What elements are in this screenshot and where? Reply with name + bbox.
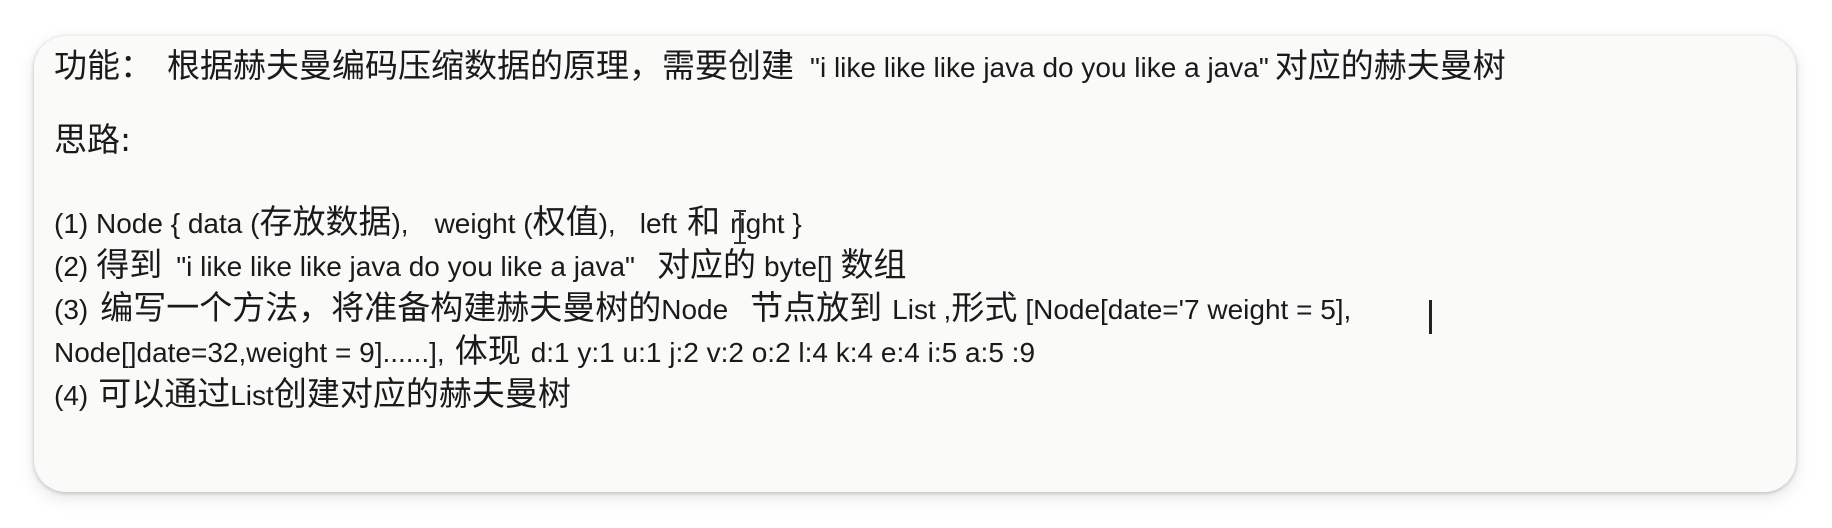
step4-list: List xyxy=(230,380,274,411)
step1-mid2: ), xyxy=(598,208,616,239)
step4-prefix: (4) xyxy=(54,380,89,411)
step3-code2: weight = 5], xyxy=(1207,294,1352,325)
step2-quote: "i like like like java do you like a jav… xyxy=(176,251,635,282)
step3-node: Node xyxy=(661,294,729,325)
step3-code: [Node[date='7 xyxy=(1025,294,1208,325)
function-line: 功能： 根据赫夫曼编码压缩数据的原理，需要创建 "i like like like … xyxy=(54,44,1506,90)
function-quote: "i like like like java do you like a jav… xyxy=(810,52,1269,83)
step1-mid1: ), xyxy=(391,208,409,239)
function-label: 功能： xyxy=(54,46,153,85)
step3b-cn: 体现 xyxy=(454,331,521,370)
step1-cn1: 存放数据 xyxy=(259,202,392,241)
step1-prefix: (1) Node { data ( xyxy=(54,208,260,239)
step-1: (1) Node { data (存放数据), weight (权值), left 和… xyxy=(54,200,802,246)
step3-prefix: (3) xyxy=(54,294,89,325)
step-2: (2) 得到 "i like like like java do you like … xyxy=(54,243,906,289)
step3-cn3: 形式 xyxy=(951,288,1018,327)
step1-cn2: 权值 xyxy=(532,202,599,241)
text-cursor-icon xyxy=(733,208,747,246)
step3-list: List , xyxy=(892,294,952,325)
approach-heading: 思路: xyxy=(54,120,132,159)
step2-code: byte[] xyxy=(764,251,833,282)
step3-cn2: 节点放到 xyxy=(750,288,883,327)
step4-cn1: 可以通过 xyxy=(98,374,231,413)
step4-cn2: 创建对应的赫夫曼树 xyxy=(273,374,571,413)
step2-cn2: 对应的 xyxy=(657,245,756,284)
step2-cn1: 得到 xyxy=(96,245,163,284)
text-caret xyxy=(1429,300,1432,334)
step2-cn3: 数组 xyxy=(840,245,907,284)
step3b-code: Node[]date=32,weight = 9]......], xyxy=(54,337,445,368)
function-desc: 根据赫夫曼编码压缩数据的原理，需要创建 xyxy=(167,46,794,85)
function-tail: 对应的赫夫曼树 xyxy=(1274,46,1506,85)
step2-prefix: (2) xyxy=(54,251,89,282)
step-4: (4) 可以通过List创建对应的赫夫曼树 xyxy=(54,372,571,418)
step-3-continued: Node[]date=32,weight = 9]......], 体现 d:1 y… xyxy=(54,329,1035,375)
step1-left: left xyxy=(639,208,678,239)
document-card: 功能： 根据赫夫曼编码压缩数据的原理，需要创建 "i like like like … xyxy=(34,36,1796,492)
step1-weight: weight ( xyxy=(434,208,533,239)
step3b-freq: d:1 y:1 u:1 j:2 v:2 o:2 l:4 k:4 e:4 i:5 … xyxy=(530,337,1036,368)
step-3: (3) 编写一个方法，将准备构建赫夫曼树的Node 节点放到 List ,形式 [Nod… xyxy=(54,286,1351,332)
step3-cn1: 编写一个方法，将准备构建赫夫曼树的 xyxy=(100,288,662,327)
step1-cn3: 和 xyxy=(687,202,721,241)
